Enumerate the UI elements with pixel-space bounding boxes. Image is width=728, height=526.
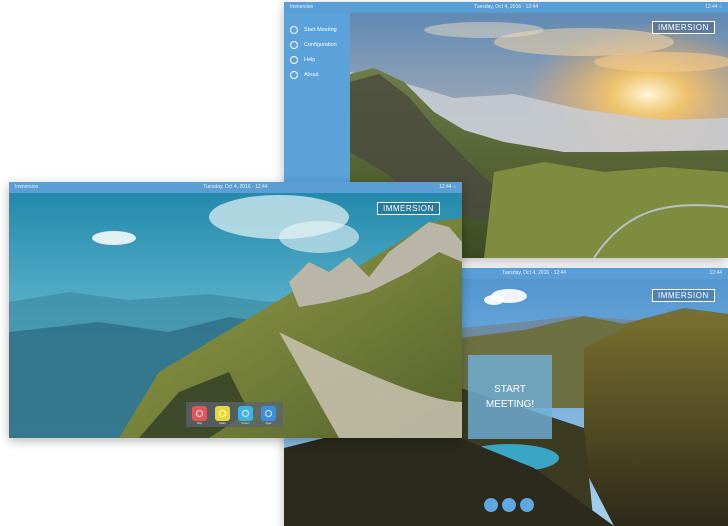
screen-icon	[242, 410, 249, 417]
title-bar: Tuesday, Oct 4, 2016 · 12:44 12:44	[460, 268, 728, 279]
menu-item-label: Start Meeting	[304, 27, 337, 33]
stop-icon	[196, 410, 203, 417]
title-bar: Immersion Tuesday, Oct 4, 2016 · 12:44 1…	[284, 2, 728, 13]
brand-logo: IMMERSION	[377, 202, 440, 215]
dock-button-stop[interactable]	[192, 406, 207, 421]
date-time: Tuesday, Oct 4, 2016 · 12:44	[473, 4, 539, 10]
action-dock: Stop Share Screen Apps	[186, 402, 283, 427]
info-icon	[290, 71, 298, 79]
wrench-icon	[290, 41, 298, 49]
clock-status: 12:44 ○	[705, 4, 722, 10]
play-circle-icon	[290, 26, 298, 34]
title-bar: Immersion Tuesday, Oct 4, 2016 · 12:44 1…	[9, 182, 462, 193]
pager-dot[interactable]	[520, 498, 534, 512]
brand-logo: IMMERSION	[652, 289, 715, 302]
alpine-ridge-wallpaper	[9, 182, 462, 438]
start-tile-line-2: MEETING!	[485, 399, 535, 410]
menu-item-help[interactable]: Help	[290, 55, 315, 65]
start-tile-line-1: START	[494, 384, 526, 395]
menu-item-configuration[interactable]: Configuration	[290, 40, 337, 50]
menu-item-about[interactable]: About	[290, 70, 318, 80]
window-left-dock: Immersion Tuesday, Oct 4, 2016 · 12:44 1…	[9, 182, 462, 438]
pager-dot[interactable]	[502, 498, 516, 512]
date-time: Tuesday, Oct 4, 2016 · 12:44	[203, 184, 268, 190]
dock-button-share[interactable]	[215, 406, 230, 421]
clock-status: 12:44	[709, 270, 722, 276]
brand-logo: IMMERSION	[652, 21, 715, 34]
clock-status: 12:44 ○	[439, 184, 456, 190]
dock-label: Share	[219, 422, 226, 425]
dock-label: Screen	[241, 422, 250, 425]
dock-button-screen[interactable]	[238, 406, 253, 421]
help-icon	[290, 56, 298, 64]
start-meeting-tile[interactable]: START MEETING!	[468, 355, 552, 439]
dock-button-apps[interactable]	[261, 406, 276, 421]
dock-label: Apps	[265, 422, 272, 425]
apps-icon	[265, 410, 272, 417]
dock-label: Stop	[196, 422, 203, 425]
menu-item-label: Configuration	[304, 42, 337, 48]
share-icon	[219, 410, 226, 417]
menu-item-start-meeting[interactable]: Start Meeting	[290, 25, 337, 35]
menu-item-label: About	[304, 72, 319, 78]
pager-dot[interactable]	[484, 498, 498, 512]
menu-item-label: Help	[304, 57, 316, 63]
